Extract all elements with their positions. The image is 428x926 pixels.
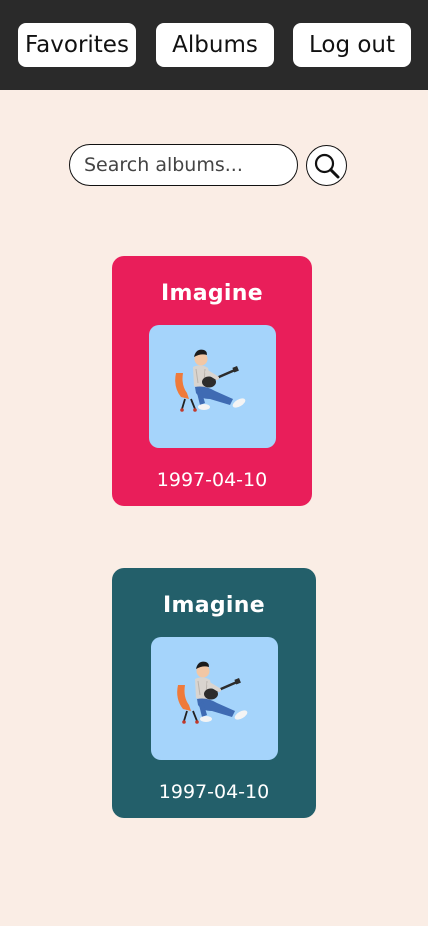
favorites-button[interactable]: Favorites (18, 23, 136, 67)
album-title: Imagine (161, 281, 263, 306)
logout-button[interactable]: Log out (293, 23, 411, 67)
album-cover-person-with-guitar-icon (176, 661, 247, 724)
album-release-date: 1997-04-10 (158, 781, 270, 803)
album-card[interactable]: Imagine 1997-04-10 (112, 568, 316, 818)
album-cover-image (150, 637, 278, 760)
search-button[interactable] (306, 145, 347, 186)
top-navigation-bar: Favorites Albums Log out (0, 0, 428, 90)
album-release-date: 1997-04-10 (156, 469, 268, 491)
search-input[interactable] (69, 144, 298, 186)
album-cover-person-with-guitar-icon (174, 349, 245, 412)
album-title: Imagine (163, 593, 265, 618)
search-icon (314, 153, 339, 178)
album-card[interactable]: Imagine 1997-04-10 (112, 256, 312, 506)
albums-button[interactable]: Albums (156, 23, 274, 67)
album-cover-image (148, 325, 276, 448)
